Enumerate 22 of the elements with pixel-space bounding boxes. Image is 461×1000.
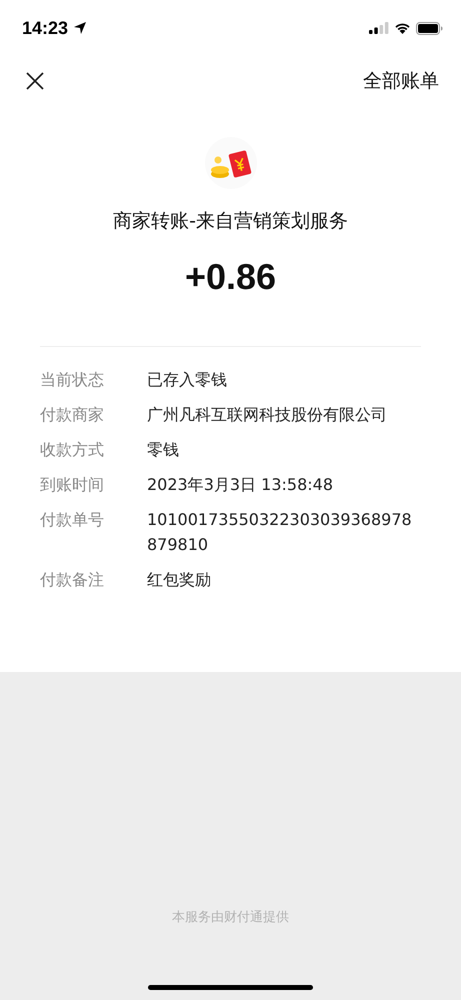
close-icon[interactable] [25,71,45,91]
detail-label: 付款备注 [40,569,105,591]
battery-icon [416,22,443,34]
detail-label: 收款方式 [40,439,105,461]
detail-value: 2023年3月3日 13:58:48 [147,474,334,496]
detail-value: 零钱 [147,439,180,461]
detail-label: 付款单号 [40,509,105,531]
detail-label: 到账时间 [40,474,105,496]
signal-icon [369,22,389,34]
detail-label: 付款商家 [40,404,105,426]
wifi-icon [394,22,411,34]
detail-value: 红包奖励 [147,569,212,591]
status-time: 14:23 [22,18,68,38]
footer-note: 本服务由财付通提供 [172,909,289,926]
detail-value: 10100173550322303039368978879810 [147,509,413,556]
detail-label: 当前状态 [40,369,105,391]
detail-value: 广州凡科互联网科技股份有限公司 [147,404,388,426]
transfer-title: 商家转账-来自营销策划服务 [113,209,348,234]
all-bills-link[interactable]: 全部账单 [363,68,439,94]
detail-value: 已存入零钱 [147,369,228,391]
amount: +0.86 [184,256,276,298]
location-arrow-icon [73,21,88,35]
